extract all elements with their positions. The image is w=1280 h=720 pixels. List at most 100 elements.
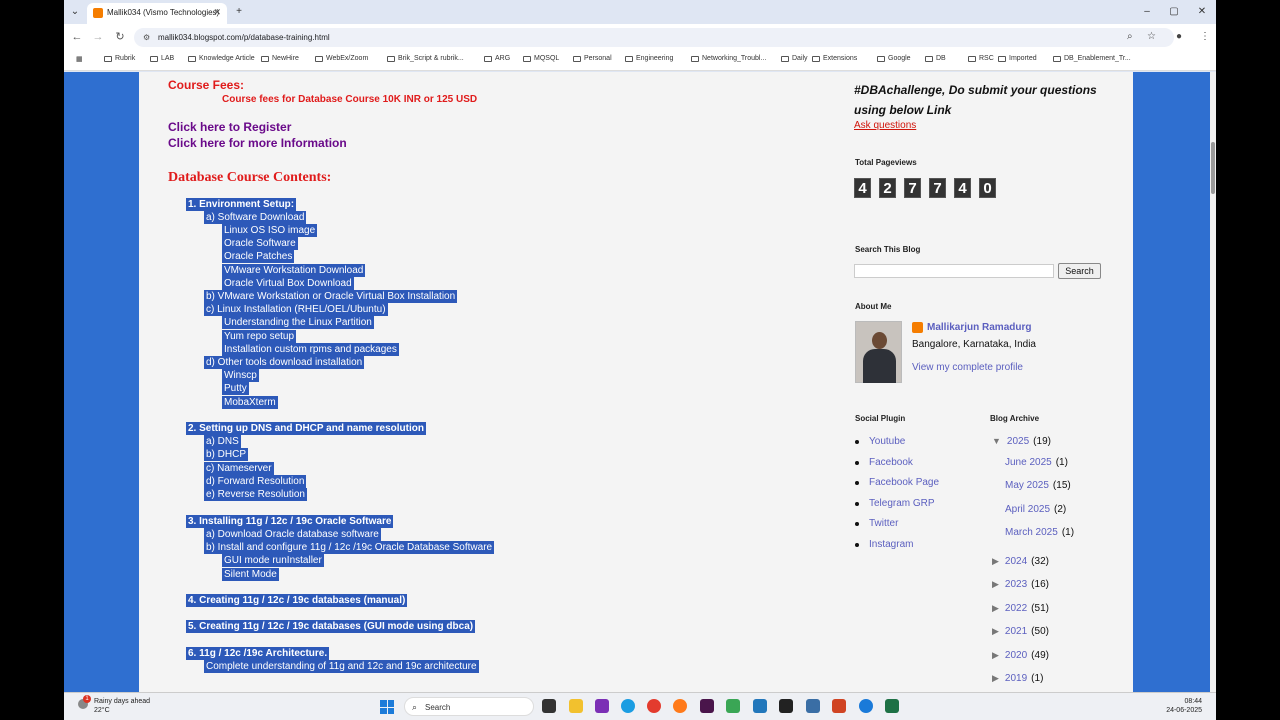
blog-content-area: Course Fees: Course fees for Database Co… — [139, 72, 1133, 692]
bookmark-item[interactable]: Extensions — [812, 55, 857, 62]
tab-bar: ⌄ Mallik034 (Vismo Technologies) ✕ + – ▢… — [64, 0, 1216, 24]
windows-start-icon[interactable] — [380, 700, 394, 714]
forward-icon[interactable]: → — [91, 24, 105, 50]
folder-icon — [573, 55, 581, 62]
view-profile-link[interactable]: View my complete profile — [912, 362, 1023, 373]
more-info-link[interactable]: Click here for more Information — [168, 136, 347, 150]
menu-icon[interactable]: ⋮ — [1200, 24, 1210, 50]
chrome-icon[interactable] — [647, 699, 661, 713]
author-name-link[interactable]: Mallikarjun Ramadurg — [927, 322, 1031, 333]
address-bar[interactable]: ⚙ mallik034.blogspot.com/p/database-trai… — [134, 28, 1174, 47]
back-icon[interactable]: ← — [70, 24, 84, 50]
taskbar-search-label: Search — [425, 703, 451, 712]
powerpoint-icon[interactable] — [832, 699, 846, 713]
excel-icon[interactable] — [885, 699, 899, 713]
terminal-icon[interactable] — [779, 699, 793, 713]
social-link[interactable]: Telegram GRP — [855, 498, 935, 509]
ask-questions-link[interactable]: Ask questions — [854, 120, 916, 131]
archive-month[interactable]: March 2025 (1) — [1005, 527, 1074, 538]
social-link[interactable]: Instagram — [854, 539, 913, 550]
site-info-icon[interactable]: ⚙ — [143, 28, 150, 47]
archive-year[interactable]: ▶ 2019 (1) — [992, 673, 1043, 684]
archive-month[interactable]: June 2025 (1) — [1005, 457, 1068, 468]
profile-icon[interactable]: ● — [1176, 24, 1182, 50]
bookmark-item[interactable]: Rubrik — [104, 55, 135, 62]
bookmark-item[interactable]: MQSQL — [523, 55, 559, 62]
archive-year[interactable]: ▶ 2020 (49) — [992, 650, 1049, 661]
course-content-line: 6. 11g / 12c /19c Architecture. — [186, 647, 330, 660]
archive-year[interactable]: ▶ 2023 (16) — [992, 579, 1049, 590]
webex-icon[interactable] — [859, 699, 873, 713]
bookmark-item[interactable]: DB_Enablement_Tr... — [1053, 55, 1131, 62]
social-link[interactable]: Facebook — [855, 457, 913, 468]
calculator-icon[interactable] — [753, 699, 767, 713]
new-tab-icon[interactable]: + — [232, 0, 246, 24]
search-button[interactable]: Search — [1058, 263, 1101, 279]
file-explorer-icon[interactable] — [569, 699, 583, 713]
tab-list-icon[interactable]: ⌄ — [68, 0, 82, 24]
bookmark-item[interactable]: Daily — [781, 55, 808, 62]
bookmark-item[interactable]: LAB — [150, 55, 174, 62]
bookmark-item[interactable]: DB — [925, 55, 946, 62]
reload-icon[interactable]: ↻ — [113, 24, 127, 50]
bookmark-item[interactable]: WebEx/Zoom — [315, 55, 368, 62]
folder-icon — [781, 55, 789, 62]
course-content-line: b) DHCP — [204, 448, 249, 461]
archive-year-2025[interactable]: ▼ 2025 (19) — [992, 436, 1051, 447]
remote-desktop-icon[interactable] — [806, 699, 820, 713]
firefox-icon[interactable] — [673, 699, 687, 713]
bookmark-item[interactable]: Personal — [573, 55, 612, 62]
archive-month[interactable]: May 2025 (15) — [1005, 480, 1071, 491]
pageview-digit: 0 — [979, 178, 996, 198]
blog-search-input[interactable] — [854, 264, 1054, 278]
task-view-icon[interactable] — [542, 699, 556, 713]
bookmark-item[interactable]: Networking_Troubl... — [691, 55, 766, 62]
social-link[interactable]: Youtube — [854, 436, 906, 447]
maximize-icon[interactable]: ▢ — [1167, 0, 1181, 24]
bookmark-item[interactable]: Brik_Script & rubrik... — [387, 55, 464, 62]
bookmark-star-icon[interactable]: ☆ — [1147, 24, 1156, 50]
author-location: Bangalore, Karnataka, India — [912, 339, 1036, 350]
bookmark-item[interactable]: Imported — [998, 55, 1037, 62]
tab-title: Mallik034 (Vismo Technologies) — [107, 8, 220, 17]
archive-year-label: 2023 — [1004, 579, 1028, 591]
archive-year[interactable]: ▶ 2021 (50) — [992, 626, 1049, 637]
social-link[interactable]: Facebook Page — [854, 477, 939, 488]
apps-icon[interactable]: ▦ — [76, 55, 83, 63]
onenote-icon[interactable] — [595, 699, 609, 713]
archive-year[interactable]: ▶ 2022 (51) — [992, 603, 1049, 614]
bookmark-item[interactable]: ARG — [484, 55, 510, 62]
minimize-icon[interactable]: – — [1140, 0, 1154, 24]
social-link[interactable]: Twitter — [854, 518, 898, 529]
edge-icon[interactable] — [621, 699, 635, 713]
system-clock[interactable]: 08:44 24-06-2025 — [1166, 697, 1202, 715]
slack-icon[interactable] — [700, 699, 714, 713]
blogger-favicon-icon — [93, 8, 103, 18]
tab-active[interactable]: Mallik034 (Vismo Technologies) ✕ — [87, 3, 227, 24]
notepad-icon[interactable] — [726, 699, 740, 713]
close-tab-icon[interactable]: ✕ — [213, 3, 221, 22]
pageview-digit: 4 — [854, 178, 871, 198]
bookmark-item[interactable]: RSC — [968, 55, 994, 62]
bookmark-item[interactable]: NewHire — [261, 55, 299, 62]
weather-widget[interactable]: 1 Rainy days ahead 22°C — [78, 695, 150, 715]
pageviews-title: Total Pageviews — [855, 158, 917, 167]
bookmark-item[interactable]: Engineering — [625, 55, 673, 62]
archive-count: (32) — [1031, 556, 1049, 567]
collapsed-triangle-icon: ▶ — [992, 649, 999, 660]
zoom-icon[interactable]: ⌕ — [1127, 24, 1133, 50]
social-link-label: Youtube — [869, 436, 906, 447]
archive-year-label: 2019 — [1004, 673, 1028, 684]
collapsed-triangle-icon: ▶ — [992, 602, 999, 613]
archive-year[interactable]: ▶ 2024 (32) — [992, 556, 1049, 567]
author-avatar[interactable] — [855, 321, 902, 383]
register-link[interactable]: Click here to Register — [168, 120, 291, 134]
bookmark-item[interactable]: Knowledge Article — [188, 55, 255, 62]
bookmark-label: Personal — [584, 55, 612, 62]
bookmark-label: Brik_Script & rubrik... — [398, 55, 464, 62]
bookmark-item[interactable]: Google — [877, 55, 911, 62]
taskbar-search[interactable]: ⌕ Search — [404, 697, 534, 716]
archive-month[interactable]: April 2025 (2) — [1005, 504, 1066, 515]
page-scrollbar[interactable] — [1210, 72, 1216, 692]
close-window-icon[interactable]: ✕ — [1195, 0, 1209, 24]
